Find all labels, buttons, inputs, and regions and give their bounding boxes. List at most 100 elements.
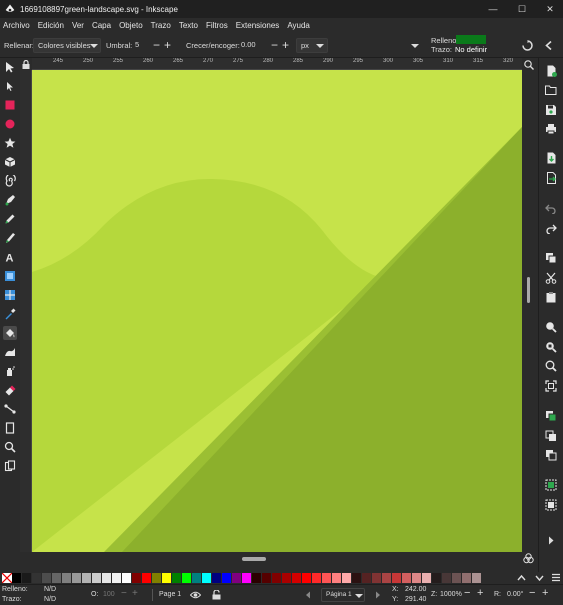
- page-selector-dropdown[interactable]: Página 1: [321, 588, 365, 602]
- horizontal-scroll-thumb[interactable]: [242, 557, 266, 561]
- palette-swatch[interactable]: [162, 573, 172, 583]
- zoom-out-button[interactable]: −: [464, 587, 470, 599]
- layer-visibility-icon[interactable]: [190, 590, 201, 600]
- palette-swatch[interactable]: [252, 573, 262, 583]
- no-paint-swatch-icon[interactable]: [2, 573, 12, 583]
- palette-menu-icon[interactable]: [551, 573, 561, 582]
- menu-capa[interactable]: Capa: [92, 21, 111, 30]
- palette-swatch[interactable]: [412, 573, 422, 583]
- palette-swatch[interactable]: [92, 573, 102, 583]
- palette-swatch[interactable]: [202, 573, 212, 583]
- palette-swatch[interactable]: [272, 573, 282, 583]
- vertical-scroll-thumb[interactable]: [527, 277, 530, 303]
- palette-scroll-down-icon[interactable]: [535, 574, 544, 582]
- menu-filtros[interactable]: Filtros: [206, 21, 228, 30]
- palette-swatch[interactable]: [282, 573, 292, 583]
- palette-swatch[interactable]: [302, 573, 312, 583]
- opacity-decrement-button[interactable]: −: [121, 588, 127, 599]
- threshold-increment-button[interactable]: +: [164, 38, 171, 53]
- vertical-scrollbar[interactable]: [522, 70, 536, 552]
- palette-swatch[interactable]: [222, 573, 232, 583]
- ungroup-icon[interactable]: [544, 498, 558, 512]
- palette-swatch[interactable]: [232, 573, 242, 583]
- palette-swatch[interactable]: [212, 573, 222, 583]
- palette-swatch[interactable]: [172, 573, 182, 583]
- zoom-input[interactable]: 1000%: [440, 591, 462, 598]
- export-icon[interactable]: [544, 171, 558, 185]
- palette-swatch[interactable]: [332, 573, 342, 583]
- zoom-fit-icon[interactable]: [544, 379, 558, 393]
- open-folder-icon[interactable]: [544, 83, 558, 97]
- menu-archivo[interactable]: Archivo: [3, 21, 30, 30]
- print-icon[interactable]: [544, 122, 558, 136]
- new-document-icon[interactable]: [544, 64, 558, 78]
- unit-dropdown[interactable]: px: [296, 38, 328, 53]
- palette-swatch[interactable]: [442, 573, 452, 583]
- zoom-drawing-icon[interactable]: [544, 340, 558, 354]
- rectangle-tool-icon[interactable]: [3, 98, 17, 112]
- 3d-box-tool-icon[interactable]: [3, 155, 17, 169]
- menu-ayuda[interactable]: Ayuda: [287, 21, 310, 30]
- threshold-decrement-button[interactable]: −: [153, 38, 160, 53]
- palette-swatch[interactable]: [402, 573, 412, 583]
- menu-edicion[interactable]: Edición: [38, 21, 64, 30]
- palette-swatch[interactable]: [292, 573, 302, 583]
- grow-increment-button[interactable]: +: [282, 38, 289, 53]
- menu-ver[interactable]: Ver: [72, 21, 84, 30]
- opacity-input[interactable]: 100: [103, 591, 115, 598]
- palette-swatch[interactable]: [182, 573, 192, 583]
- save-icon[interactable]: [544, 103, 558, 117]
- palette-swatch[interactable]: [32, 573, 42, 583]
- palette-swatch[interactable]: [112, 573, 122, 583]
- close-button[interactable]: ✕: [535, 0, 563, 18]
- previous-page-icon[interactable]: [305, 591, 311, 599]
- selector-tool-icon[interactable]: [3, 60, 17, 74]
- menu-objeto[interactable]: Objeto: [119, 21, 143, 30]
- color-management-icon[interactable]: [523, 553, 534, 564]
- tweak-tool-icon[interactable]: [3, 345, 17, 359]
- import-icon[interactable]: [544, 151, 558, 165]
- dropper-tool-icon[interactable]: [3, 307, 17, 321]
- palette-swatch[interactable]: [132, 573, 142, 583]
- palette-swatch[interactable]: [362, 573, 372, 583]
- group-icon[interactable]: [544, 478, 558, 492]
- palette-swatch[interactable]: [472, 573, 482, 583]
- unlink-clone-icon[interactable]: [544, 448, 558, 462]
- palette-swatch[interactable]: [262, 573, 272, 583]
- paste-icon[interactable]: [544, 290, 558, 304]
- rotate-cw-button[interactable]: +: [542, 587, 548, 599]
- zoom-selection-icon[interactable]: [544, 320, 558, 334]
- palette-swatch[interactable]: [22, 573, 32, 583]
- palette-swatch[interactable]: [322, 573, 332, 583]
- node-tool-icon[interactable]: [3, 79, 17, 93]
- palette-swatch[interactable]: [462, 573, 472, 583]
- paint-bucket-tool-icon[interactable]: [3, 326, 17, 340]
- grow-input[interactable]: 0.00: [239, 38, 267, 53]
- palette-swatch[interactable]: [422, 573, 432, 583]
- clone-icon[interactable]: [544, 429, 558, 443]
- minimize-button[interactable]: —: [478, 0, 508, 18]
- fill-status-value[interactable]: N/D: [44, 586, 56, 593]
- star-tool-icon[interactable]: [3, 136, 17, 150]
- layer-lock-icon[interactable]: [212, 590, 221, 600]
- fill-color-swatch[interactable]: [456, 35, 486, 44]
- palette-swatch[interactable]: [382, 573, 392, 583]
- palette-scroll-up-icon[interactable]: [517, 574, 526, 582]
- ellipse-tool-icon[interactable]: [3, 117, 17, 131]
- eraser-tool-icon[interactable]: [3, 383, 17, 397]
- palette-swatch[interactable]: [392, 573, 402, 583]
- stroke-status-value[interactable]: N/D: [44, 596, 56, 603]
- palette-swatch[interactable]: [42, 573, 52, 583]
- horizontal-scrollbar[interactable]: [32, 552, 522, 566]
- calligraphy-tool-icon[interactable]: [3, 231, 17, 245]
- palette-swatch[interactable]: [432, 573, 442, 583]
- toolbar-overflow-icon[interactable]: [411, 44, 419, 48]
- text-tool-icon[interactable]: A: [3, 250, 17, 264]
- snap-icon[interactable]: [522, 40, 533, 51]
- rotation-input[interactable]: 0.00°: [507, 591, 523, 598]
- duplicate-icon[interactable]: [544, 409, 558, 423]
- palette-swatch[interactable]: [312, 573, 322, 583]
- menu-trazo[interactable]: Trazo: [151, 21, 171, 30]
- copy-icon[interactable]: [544, 251, 558, 265]
- redo-icon[interactable]: [544, 222, 558, 236]
